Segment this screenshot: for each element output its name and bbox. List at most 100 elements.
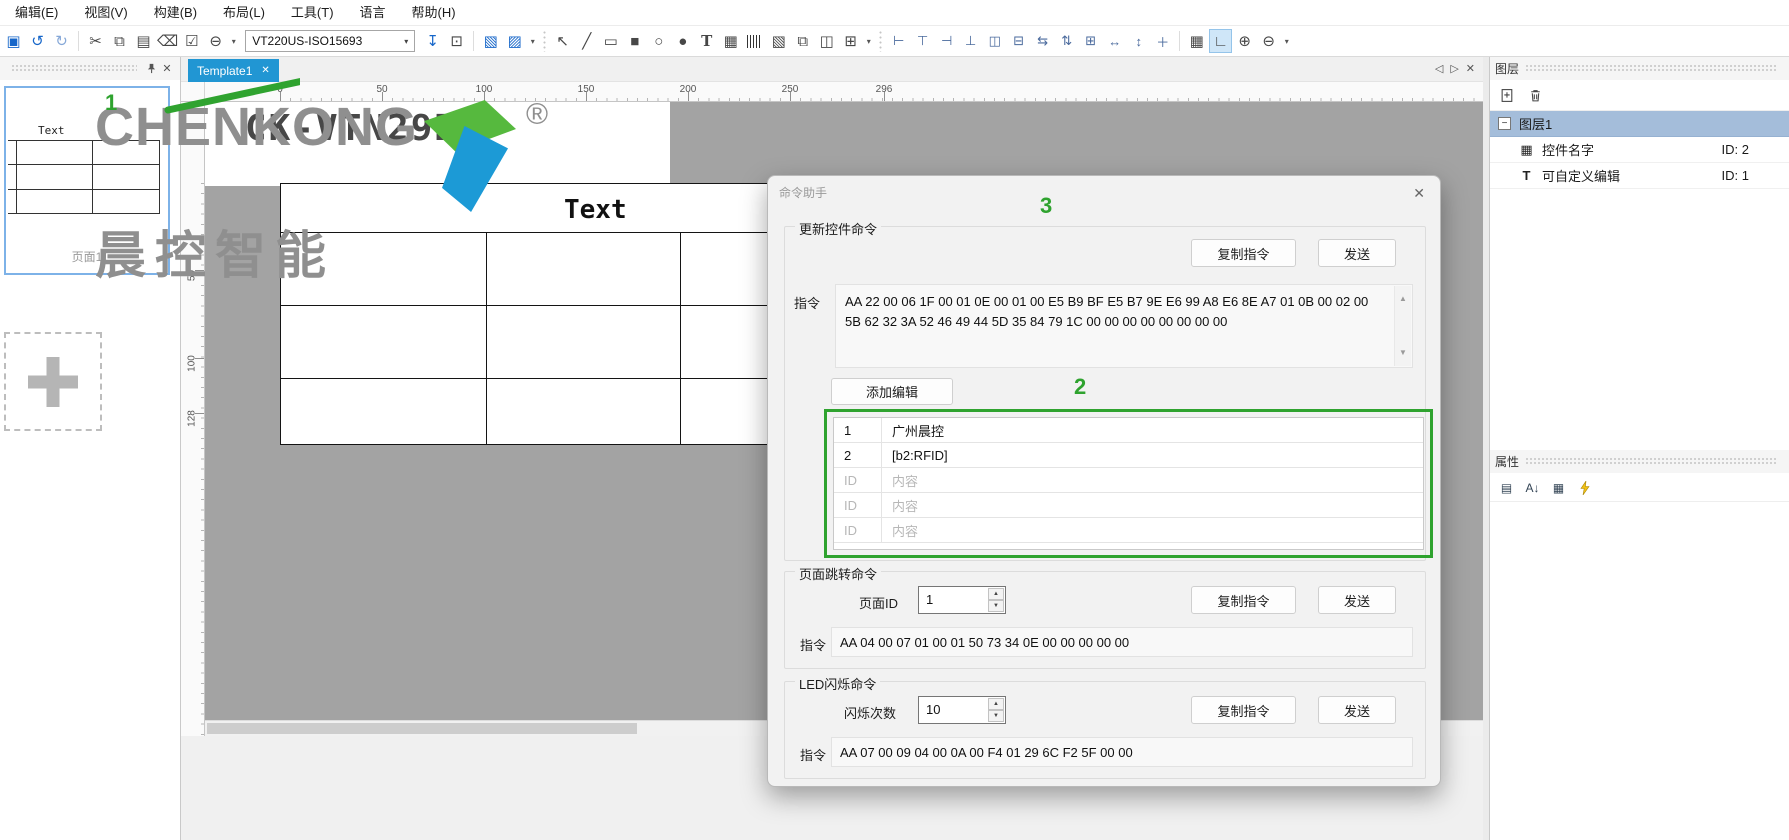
dropdown-icon[interactable]: ▾ [228,29,239,53]
copy-command-button-led[interactable]: 复制指令 [1191,696,1296,724]
stepper-up-icon[interactable]: ▲ [988,698,1004,710]
menu-item[interactable]: 构建(B) [141,0,210,26]
distribute-vertical-icon[interactable]: ⇅ [1055,29,1078,53]
filled-rect-tool-icon[interactable]: ■ [623,29,646,53]
pin-icon[interactable] [143,61,159,77]
center-in-page-icon[interactable]: ⊞ [1079,29,1102,53]
collapse-icon[interactable]: − [1498,117,1511,130]
filled-ellipse-tool-icon[interactable]: ● [671,29,694,53]
panel-tool-icon[interactable]: ◫ [815,29,838,53]
same-size-icon[interactable]: ＋ [1151,29,1174,53]
page-command-field[interactable]: AA 04 00 07 01 00 01 50 73 34 0E 00 00 0… [831,627,1413,657]
qrcode-tool-icon[interactable]: ▦ [719,29,742,53]
paste-icon[interactable]: ▤ [132,29,155,53]
delete-layer-icon[interactable] [1526,86,1544,104]
line-tool-icon[interactable]: ╱ [575,29,598,53]
same-height-icon[interactable]: ↕ [1127,29,1150,53]
send-button-update[interactable]: 发送 [1318,239,1396,267]
scroll-down-icon[interactable]: ▼ [1399,343,1407,363]
device-model-select[interactable]: VT220US-ISO15693 ▾ [245,30,416,52]
zoom-out-icon[interactable]: ⊖ [1257,29,1280,53]
add-layer-icon[interactable] [1498,86,1516,104]
tab-scroll-left-icon[interactable]: ◁ [1435,62,1443,75]
dropdown-icon[interactable]: ▾ [527,29,538,53]
ruler-icon[interactable]: ∟ [1209,29,1233,53]
stepper-down-icon[interactable]: ▼ [988,710,1004,722]
menu-item[interactable]: 视图(V) [71,0,140,26]
zoom-in-icon[interactable]: ⊕ [1233,29,1256,53]
device-icon[interactable]: ⊡ [445,29,468,53]
dropdown-icon[interactable]: ▾ [1281,29,1292,53]
menu-item[interactable]: 帮助(H) [399,0,469,26]
dropdown-icon[interactable]: ▾ [863,29,874,53]
barcode-tool-icon[interactable] [743,29,766,53]
add-edit-button[interactable]: 添加编辑 [831,378,953,405]
align-left-icon[interactable]: ⊢ [887,29,910,53]
send-button-led[interactable]: 发送 [1318,696,1396,724]
export-image-icon[interactable]: ▧ [479,29,502,53]
same-width-icon[interactable]: ↔ [1103,29,1126,53]
image-tool-icon[interactable]: ▧ [767,29,790,53]
menu-item[interactable]: 语言 [347,0,399,26]
distribute-horizontal-icon[interactable]: ⇆ [1031,29,1054,53]
flash-count-stepper[interactable]: 10 ▲ ▼ [918,696,1006,724]
scroll-up-icon[interactable]: ▲ [1399,289,1407,309]
tab-list-close-icon[interactable]: ✕ [1466,62,1475,75]
text-tool-icon[interactable]: T [695,29,718,53]
cut-icon[interactable]: ✂ [84,29,107,53]
send-button-page[interactable]: 发送 [1318,586,1396,614]
stepper-down-icon[interactable]: ▼ [988,600,1004,612]
tab-close-icon[interactable]: ✕ [261,65,269,76]
led-command-field[interactable]: AA 07 00 09 04 00 0A 00 F4 01 29 6C F2 5… [831,737,1413,767]
check-icon[interactable]: ☑ [180,29,203,53]
text-control[interactable]: Text [564,195,627,225]
delete-icon[interactable]: ⌫ [156,29,179,53]
dialog-close-icon[interactable]: ✕ [1413,185,1425,202]
gallery-tool-icon[interactable]: ⧉ [791,29,814,53]
textbox-scrollbar[interactable]: ▲ ▼ [1394,286,1411,366]
tab-template1[interactable]: Template1 ✕ [188,59,279,82]
layer-row-root[interactable]: − 图层1 [1490,111,1789,137]
scrollbar-thumb[interactable] [207,723,637,734]
page-thumbnail[interactable]: Text 页面1 [4,86,170,275]
undo-icon[interactable]: ↺ [26,29,49,53]
copy-command-button-update[interactable]: 复制指令 [1191,239,1296,267]
copy-icon[interactable]: ⧉ [108,29,131,53]
align-top-icon[interactable]: ⊤ [911,29,934,53]
copy-command-button-page[interactable]: 复制指令 [1191,586,1296,614]
flash-count-label: 闪烁次数 [844,706,897,721]
menu-item[interactable]: 编辑(E) [2,0,71,26]
menu-item[interactable]: 工具(T) [278,0,347,26]
import-icon[interactable]: ↧ [421,29,444,53]
select-cursor-icon[interactable]: ↖ [551,29,574,53]
page-caption: 页面1 [71,250,103,264]
update-command-textbox[interactable]: AA 22 00 06 1F 00 01 0E 00 01 00 E5 B9 B… [835,284,1413,368]
center-vertical-icon[interactable]: ⊟ [1007,29,1030,53]
command-label-page: 指令 [800,638,827,653]
stepper-up-icon[interactable]: ▲ [988,588,1004,600]
align-right-icon[interactable]: ⊣ [935,29,958,53]
table-control-icon: ▦ [1520,141,1533,157]
page-id-stepper[interactable]: 1 ▲ ▼ [918,586,1006,614]
layer-item-row[interactable]: T 可自定义编辑 ID: 1 [1490,163,1789,189]
table-tool-icon[interactable]: ⊞ [839,29,862,53]
export-template-icon[interactable]: ▨ [503,29,526,53]
events-lightning-icon[interactable] [1576,479,1593,496]
grid-icon[interactable]: ▦ [1185,29,1208,53]
redo-icon[interactable]: ↻ [50,29,73,53]
rect-tool-icon[interactable]: ▭ [599,29,622,53]
tab-scroll-right-icon[interactable]: ▷ [1450,62,1458,75]
categorized-icon[interactable]: ▤ [1498,479,1515,496]
pages-panel-header: ✕ [0,57,180,80]
center-horizontal-icon[interactable]: ◫ [983,29,1006,53]
save-icon[interactable]: ▣ [2,29,25,53]
menu-item[interactable]: 布局(L) [210,0,278,26]
layer-item-row[interactable]: ▦ 控件名字 ID: 2 [1490,137,1789,163]
align-bottom-icon[interactable]: ⊥ [959,29,982,53]
remove-circle-icon[interactable]: ⊖ [204,29,227,53]
sort-alpha-icon[interactable]: A↓ [1524,479,1541,496]
ellipse-tool-icon[interactable]: ○ [647,29,670,53]
property-pages-icon[interactable]: ▦ [1550,479,1567,496]
close-panel-icon[interactable]: ✕ [159,61,175,77]
add-page-button[interactable] [4,332,102,431]
